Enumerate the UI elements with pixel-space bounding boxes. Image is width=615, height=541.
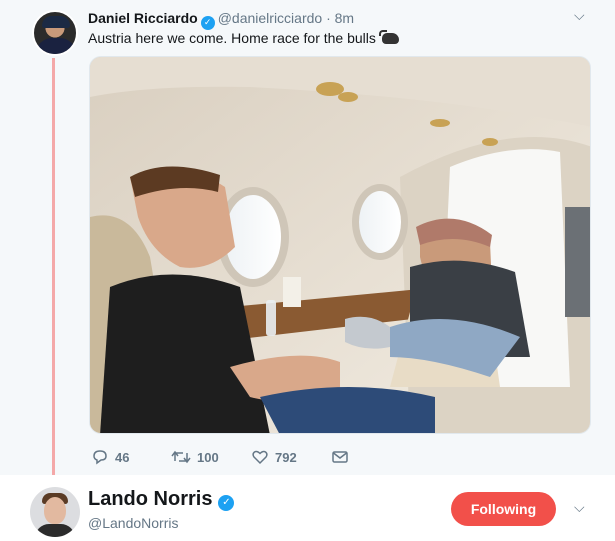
thread-connector-line bbox=[52, 58, 55, 478]
tweet-photo[interactable] bbox=[89, 56, 591, 434]
jet-cabin-photo bbox=[90, 57, 590, 433]
author-name[interactable]: Daniel Ricciardo bbox=[88, 10, 198, 26]
tweet-actions: 46 100 792 bbox=[89, 446, 389, 468]
avatar-cap bbox=[42, 16, 70, 28]
avatar-shirt bbox=[36, 38, 76, 54]
verified-badge-icon: ✓ bbox=[218, 495, 235, 511]
like-count: 792 bbox=[275, 449, 297, 465]
author-handle[interactable]: @danielricciardo bbox=[218, 10, 322, 26]
retweet-count: 100 bbox=[197, 449, 219, 465]
profile-avatar[interactable] bbox=[30, 487, 80, 537]
profile-name[interactable]: Lando Norris ✓ bbox=[88, 487, 237, 511]
retweet-button[interactable]: 100 bbox=[171, 446, 219, 468]
tweet-timestamp[interactable]: 8m bbox=[335, 10, 354, 26]
direct-message-button[interactable] bbox=[331, 446, 349, 468]
reply-button[interactable]: 46 bbox=[91, 446, 129, 468]
like-icon bbox=[252, 450, 268, 465]
profile-name-text: Lando Norris bbox=[88, 488, 213, 510]
direct-message-icon bbox=[332, 451, 348, 463]
avatar-face bbox=[44, 497, 66, 524]
separator-dot: · bbox=[326, 10, 331, 26]
tweet-text: Austria here we come. Home race for the … bbox=[88, 29, 399, 47]
like-button[interactable]: 792 bbox=[251, 446, 297, 468]
tweet-text-body: Austria here we come. Home race for the … bbox=[88, 30, 376, 46]
verified-badge-icon: ✓ bbox=[200, 16, 215, 30]
author-avatar[interactable] bbox=[32, 10, 78, 56]
profile-card[interactable]: Lando Norris ✓ @LandoNorris Following bbox=[0, 475, 615, 541]
reply-icon bbox=[93, 450, 107, 465]
tweet-header: Daniel Ricciardo ✓ @danielricciardo · 8m bbox=[88, 9, 354, 30]
following-button[interactable]: Following bbox=[451, 492, 556, 526]
chevron-down-icon[interactable]: ⌵ bbox=[574, 8, 585, 24]
tweet[interactable]: Daniel Ricciardo ✓ @danielricciardo · 8m ⌵… bbox=[0, 0, 615, 478]
avatar-shirt bbox=[35, 524, 75, 537]
chevron-down-icon[interactable]: ⌵ bbox=[574, 500, 585, 516]
water-buffalo-emoji-icon bbox=[378, 30, 399, 44]
reply-count: 46 bbox=[115, 449, 130, 465]
retweet-icon bbox=[171, 450, 191, 464]
profile-handle[interactable]: @LandoNorris bbox=[88, 514, 178, 532]
